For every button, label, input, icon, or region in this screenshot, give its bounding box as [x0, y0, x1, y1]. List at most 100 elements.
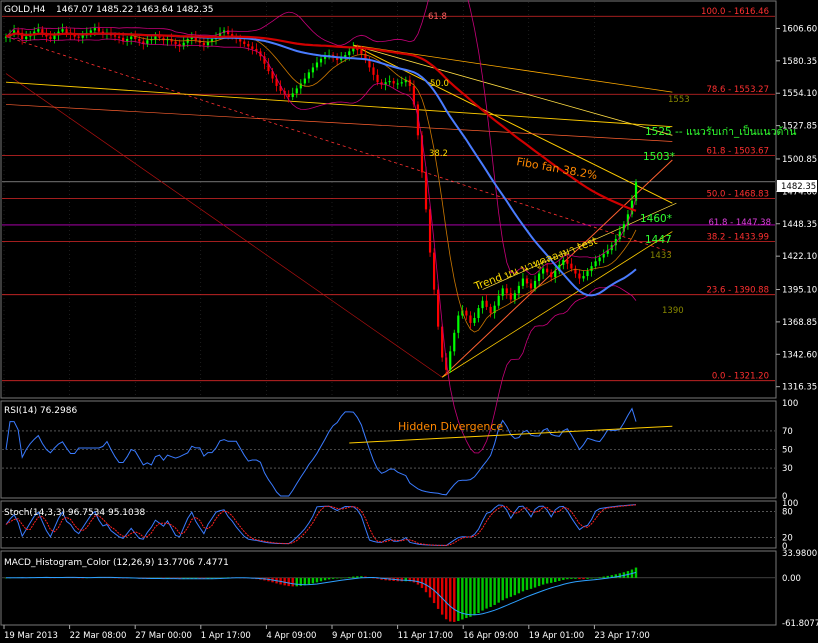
- candle-body: [93, 27, 96, 31]
- macd-histogram-bar: [586, 577, 589, 579]
- macd-histogram-bar: [541, 577, 545, 585]
- macd-histogram-bar: [574, 577, 577, 579]
- time-tick-label: 9 Apr 01:00: [332, 631, 382, 641]
- macd-histogram-bar: [517, 577, 521, 594]
- candle-body: [457, 315, 460, 333]
- fibo-level-label: 23.6 - 1390.88: [706, 286, 769, 296]
- price-panel-frame: [0, 0, 777, 399]
- candle-body: [562, 259, 565, 265]
- macd-histogram-bar: [549, 577, 553, 583]
- macd-histogram-bar: [485, 577, 488, 609]
- chart-canvas[interactable]: 100.0 - 1616.46 78.6 - 1553.27 61.8 - 1503…: [0, 0, 818, 643]
- candle-body: [578, 273, 581, 279]
- macd-histogram-bar: [453, 577, 456, 622]
- candle-body: [146, 40, 149, 44]
- macd-histogram-bar: [323, 577, 327, 581]
- price-tick-label: 1395.10: [782, 285, 817, 295]
- ma-fast: [5, 32, 637, 333]
- macd-histogram-bar: [505, 577, 508, 599]
- candle-body: [25, 36, 28, 40]
- candle-body: [174, 41, 177, 44]
- candle-body: [513, 293, 516, 300]
- time-tick-label: 11 Apr 17:00: [398, 631, 453, 641]
- candle-body: [598, 257, 601, 262]
- candle-body: [239, 39, 242, 42]
- macd-histogram-bar: [558, 577, 561, 581]
- fibo-fan-annotation: Fibo fan 38.2%: [515, 155, 598, 182]
- candle-body: [251, 46, 254, 49]
- candle-body: [550, 272, 553, 278]
- rsi-tick-label: 30: [782, 464, 793, 474]
- fibo-level-label: 78.6 - 1553.27: [706, 85, 769, 95]
- candle-body: [376, 74, 379, 83]
- ohlc-readout: 1467.07 1485.22 1463.64 1482.35: [56, 5, 213, 15]
- candle-body: [570, 263, 573, 269]
- macd-histogram-bar: [554, 577, 557, 582]
- candle-body: [590, 266, 593, 272]
- rsi-panel: 1007050300: [2, 399, 798, 502]
- candle-body: [97, 27, 100, 32]
- fibo-level-label: 0.0 - 1321.20: [712, 372, 769, 382]
- candle-body: [509, 293, 512, 300]
- macd-histogram-bar: [578, 577, 581, 580]
- candle-body: [525, 278, 529, 284]
- candle-body: [537, 273, 541, 281]
- candle-body: [529, 283, 533, 289]
- fibo-level-label: 38.2 - 1433.99: [706, 232, 769, 242]
- resistance-orange: [5, 104, 673, 142]
- candle-body: [77, 36, 80, 38]
- candle-body: [566, 259, 569, 264]
- macd-label: MACD_Histogram_Color (12,26,9) 13.7706 7…: [4, 558, 229, 568]
- resistance-yellow: [5, 81, 673, 128]
- candle-body: [49, 36, 52, 40]
- level-1503-annotation: 1503*: [643, 151, 675, 163]
- descending-red: [5, 73, 443, 378]
- candle-body: [437, 289, 440, 327]
- fan-61.8-label: 61.8: [428, 12, 447, 22]
- time-tick-label: 19 Apr 01:00: [529, 631, 584, 641]
- candle-body: [485, 300, 488, 307]
- rsi-line: [5, 407, 637, 497]
- macd-tick-label: 33.9800: [782, 549, 817, 559]
- macd-histogram-bar: [469, 577, 472, 617]
- macd-histogram-bar: [489, 577, 492, 607]
- candle-body: [61, 29, 64, 32]
- fibo-level-label: 50.0 - 1468.83: [706, 189, 769, 199]
- macd-histogram-bar: [348, 577, 351, 578]
- trendlines: [5, 36, 677, 378]
- candle-body: [533, 280, 537, 289]
- candle-body: [117, 36, 121, 38]
- current-price-label: 1482.35: [781, 182, 816, 192]
- price-tick-label: 1554.10: [782, 89, 817, 99]
- value-1433-label: 1433: [650, 251, 672, 261]
- macd-histogram-bar: [311, 577, 315, 584]
- candle-body: [388, 81, 391, 83]
- level-1460-annotation: 1460*: [640, 213, 672, 225]
- rsi-label: RSI(14) 76.2986: [4, 406, 77, 416]
- macd-histogram-bar: [562, 577, 565, 580]
- level-1525-annotation: 1525 -- แนวรับเก่า_เป็นแนวต้าน: [645, 124, 796, 138]
- macd-histogram-bar: [590, 577, 593, 579]
- hidden-divergence-annotation: Hidden Divergence: [398, 420, 503, 433]
- macd-histogram-bar: [444, 577, 448, 620]
- candle-body: [315, 62, 319, 68]
- macd-tick-label: 0.00: [782, 574, 801, 584]
- candle-body: [360, 50, 363, 54]
- macd-histogram-bar: [537, 577, 541, 587]
- macd-histogram-bar: [440, 577, 444, 615]
- macd-histogram-bar: [291, 577, 294, 587]
- candle-body: [501, 288, 504, 296]
- macd-histogram-bar: [449, 577, 452, 622]
- macd-histogram-bar: [356, 576, 359, 578]
- fibo-level-label: 61.8 - 1503.67: [706, 146, 769, 156]
- macd-histogram-bar: [566, 577, 569, 580]
- time-tick-label: 16 Apr 09:00: [463, 631, 518, 641]
- candle-body: [396, 83, 399, 85]
- candle-body: [469, 315, 472, 323]
- macd-histogram-bar: [513, 577, 517, 596]
- macd-histogram-bar: [457, 577, 460, 621]
- fan-50-label: 50.0: [430, 79, 449, 89]
- candle-body: [130, 36, 133, 40]
- candle-body: [311, 67, 315, 73]
- macd-histogram-bar: [501, 577, 504, 601]
